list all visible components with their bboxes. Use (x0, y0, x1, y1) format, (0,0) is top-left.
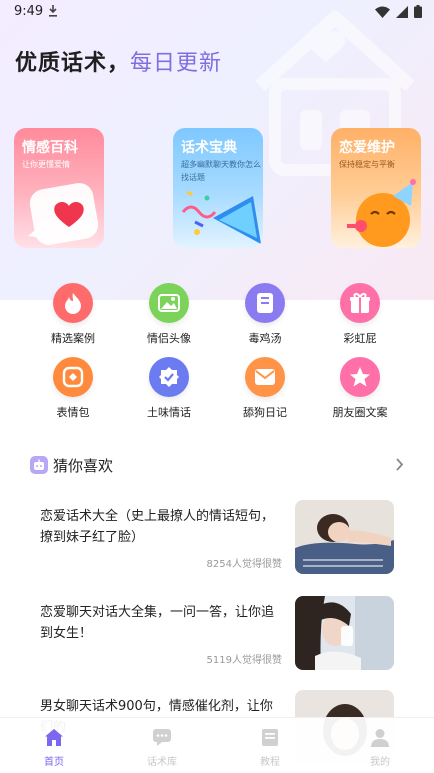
grid-item-poison-soup[interactable]: 毒鸡汤 (225, 283, 305, 346)
headline-accent: 每日更新 (130, 51, 223, 76)
party-face-icon (347, 179, 416, 247)
status-bar: 9:49 (0, 0, 434, 24)
page-headline: 优质话术，每日更新 (15, 45, 222, 77)
star-icon (340, 357, 380, 397)
article-thumbnail (295, 500, 394, 574)
article-likes: 8254人觉得很赞 (206, 559, 282, 570)
tab-phrase-library[interactable]: 话术库 (132, 728, 192, 768)
heart-bubble-icon (28, 183, 99, 245)
card-title: 恋爱维护 (339, 140, 395, 156)
tab-label: 首页 (44, 757, 64, 768)
badge-check-icon (149, 357, 189, 397)
grid-label: 朋友圈文案 (332, 406, 388, 419)
section-title: 猜你喜欢 (53, 457, 114, 475)
article-thumbnail (295, 596, 394, 670)
card-subtitle: 让你更懂爱情 (22, 160, 70, 169)
tab-home[interactable]: 首页 (24, 728, 84, 768)
grid-label: 情侣头像 (147, 332, 191, 345)
card-talk-treasure[interactable]: 话术宝典 超多幽默聊天教你怎么找话题 (173, 128, 263, 248)
book-icon (245, 283, 285, 323)
grid-label: 土味情话 (147, 406, 191, 419)
emoji-pack-icon (53, 357, 93, 397)
image-icon (149, 283, 189, 323)
tutorial-icon (262, 729, 278, 746)
flame-icon (53, 283, 93, 323)
grid-label: 毒鸡汤 (248, 332, 282, 345)
tab-label: 教程 (260, 757, 280, 768)
grid-label: 精选案例 (51, 332, 95, 345)
home-icon (45, 729, 63, 746)
wifi-icon (375, 6, 390, 18)
card-love-maintenance[interactable]: 恋爱维护 保持稳定与平衡 (331, 128, 421, 248)
party-popper-icon (181, 190, 261, 244)
grid-item-moments-copy[interactable]: 朋友圈文案 (320, 357, 400, 420)
grid-item-couple-avatar[interactable]: 情侣头像 (129, 283, 209, 346)
signal-icon (396, 5, 408, 18)
feature-cards: 情感百科 让你更懂爱情 话术宝典 超多幽默聊天教你怎么找话题 恋爱维护 保持稳定… (14, 128, 421, 250)
grid-label: 表情包 (56, 406, 90, 419)
card-title: 情感百科 (22, 140, 78, 156)
card-subtitle: 保持稳定与平衡 (339, 160, 395, 169)
gift-icon (340, 283, 380, 323)
grid-label: 舔狗日记 (243, 406, 287, 419)
article-title: 恋爱聊天对话大全集，一问一答，让你追到女生！ (40, 605, 275, 641)
recommend-section-header[interactable]: 猜你喜欢 (30, 455, 404, 477)
status-time: 9:49 (14, 4, 44, 19)
tab-profile[interactable]: 我的 (350, 728, 410, 768)
grid-item-simp-diary[interactable]: 舔狗日记 (225, 357, 305, 420)
robot-icon (30, 456, 48, 474)
article-item[interactable]: 恋爱话术大全（史上最撩人的情话短句，撩到妹子红了脸） 8254人觉得很赞 (40, 500, 394, 576)
bottom-tab-bar: 首页 话术库 教程 我的 (0, 717, 434, 773)
grid-label: 彩虹屁 (343, 332, 377, 345)
chat-icon (153, 729, 171, 746)
article-item[interactable]: 恋爱聊天对话大全集，一问一答，让你追到女生！ 5119人觉得很赞 (40, 596, 394, 672)
card-title: 话术宝典 (181, 140, 237, 156)
tab-label: 话术库 (147, 757, 177, 768)
mail-icon (245, 357, 285, 397)
tab-tutorial[interactable]: 教程 (240, 728, 300, 768)
tab-label: 我的 (370, 757, 390, 768)
headline-main: 优质话术， (15, 51, 131, 76)
grid-item-rainbow-praise[interactable]: 彩虹屁 (320, 283, 400, 346)
article-title: 恋爱话术大全（史上最撩人的情话短句，撩到妹子红了脸） (40, 509, 275, 545)
grid-item-cheesy-lines[interactable]: 土味情话 (129, 357, 209, 420)
chevron-right-icon[interactable] (395, 457, 404, 472)
download-icon (49, 5, 57, 17)
grid-item-emoji-pack[interactable]: 表情包 (33, 357, 113, 420)
user-icon (371, 729, 389, 747)
battery-icon (414, 5, 422, 18)
article-likes: 5119人觉得很赞 (206, 655, 282, 666)
grid-item-featured-cases[interactable]: 精选案例 (33, 283, 113, 346)
card-emotion-encyclopedia[interactable]: 情感百科 让你更懂爱情 (14, 128, 104, 248)
